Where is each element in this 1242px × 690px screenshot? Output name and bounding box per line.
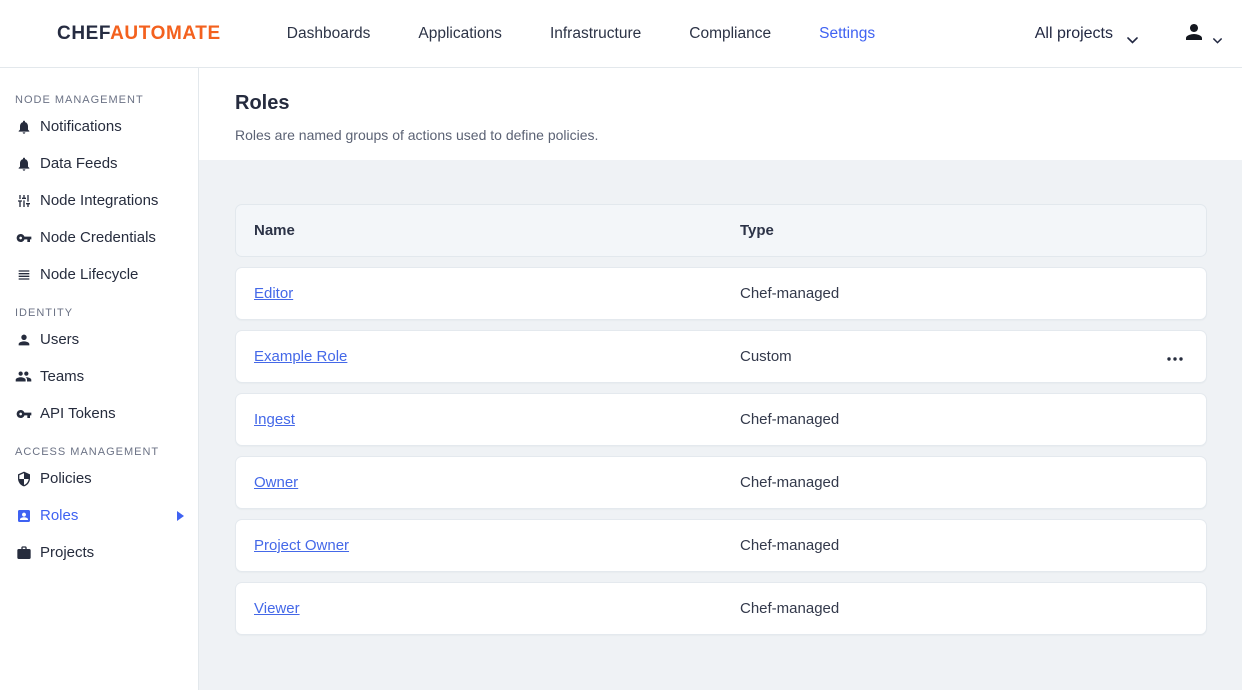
role-link-editor[interactable]: Editor [254,285,293,302]
sidebar-item-api-tokens[interactable]: API Tokens [0,395,198,432]
chevron-down-icon [1213,31,1224,38]
project-selector-label: All projects [1035,25,1113,43]
table-header-row: Name Type [235,204,1207,257]
project-selector-dropdown[interactable]: All projects [1035,25,1138,43]
group-icon [15,368,32,385]
sidebar-item-roles[interactable]: Roles [0,497,198,534]
bell-icon [15,118,32,135]
sidebar-item-projects[interactable]: Projects [0,534,198,571]
person-icon [15,331,32,348]
table-row: Owner Chef-managed [235,456,1207,509]
sidebar-item-label: Notifications [40,118,122,135]
sidebar-item-node-lifecycle[interactable]: Node Lifecycle [0,256,198,293]
role-type: Chef-managed [740,600,839,617]
nav-applications[interactable]: Applications [418,25,502,43]
sidebar-item-node-integrations[interactable]: Node Integrations [0,182,198,219]
main-nav: Dashboards Applications Infrastructure C… [287,25,875,43]
table-row: Project Owner Chef-managed [235,519,1207,572]
role-link-owner[interactable]: Owner [254,474,298,491]
role-type: Chef-managed [740,285,839,302]
sidebar-item-label: Node Credentials [40,229,156,246]
bell-icon [15,155,32,172]
chef-automate-logo[interactable]: CHEFAUTOMATE [57,23,221,45]
sidebar-section-identity: IDENTITY [15,307,198,319]
table-row: Editor Chef-managed [235,267,1207,320]
sidebar-item-label: Node Integrations [40,192,158,209]
role-type: Chef-managed [740,411,839,428]
topbar-right-controls: All projects [1035,0,1224,68]
role-link-ingest[interactable]: Ingest [254,411,295,428]
sidebar-section-node-management: NODE MANAGEMENT [15,94,198,106]
ellipsis-icon [1167,349,1183,364]
role-link-example-role[interactable]: Example Role [254,348,347,365]
sidebar-section-access-management: ACCESS MANAGEMENT [15,446,198,458]
sidebar-item-data-feeds[interactable]: Data Feeds [0,145,198,182]
sidebar-item-label: Node Lifecycle [40,266,138,283]
sidebar-item-label: Data Feeds [40,155,118,172]
sidebar-item-label: Projects [40,544,94,561]
sidebar-item-notifications[interactable]: Notifications [0,108,198,145]
content-panel: Name Type Editor Chef-managed Example Ro… [199,160,1242,690]
role-type: Custom [740,348,792,365]
nav-settings[interactable]: Settings [819,25,875,43]
column-header-type: Type [740,222,774,239]
logo-automate-text: AUTOMATE [110,23,221,44]
list-icon [15,266,32,283]
chevron-down-icon [1127,31,1138,38]
nav-compliance[interactable]: Compliance [689,25,771,43]
briefcase-icon [15,544,32,561]
sidebar-item-label: Policies [40,470,92,487]
sidebar-item-node-credentials[interactable]: Node Credentials [0,219,198,256]
role-type: Chef-managed [740,474,839,491]
column-header-name: Name [236,222,295,239]
sidebar-item-policies[interactable]: Policies [0,460,198,497]
role-type: Chef-managed [740,537,839,554]
nav-dashboards[interactable]: Dashboards [287,25,371,43]
key-icon [15,405,32,422]
sliders-icon [15,192,32,209]
logo-chef-text: CHEF [57,23,110,44]
sidebar-item-label: Users [40,331,79,348]
nav-infrastructure[interactable]: Infrastructure [550,25,641,43]
main-content: Roles Roles are named groups of actions … [199,68,1242,690]
top-navigation-bar: CHEFAUTOMATE Dashboards Applications Inf… [0,0,1242,68]
sidebar-item-label: Roles [40,507,78,524]
person-icon [1182,20,1206,49]
page-description: Roles are named groups of actions used t… [235,127,1242,143]
role-link-viewer[interactable]: Viewer [254,600,300,617]
active-item-arrow-icon [177,511,184,521]
shield-icon [15,470,32,487]
page-header: Roles Roles are named groups of actions … [199,68,1242,160]
page-title: Roles [235,92,1242,115]
more-options-button[interactable] [1161,343,1189,371]
badge-icon [15,507,32,524]
roles-table: Name Type Editor Chef-managed Example Ro… [235,204,1207,635]
table-row: Ingest Chef-managed [235,393,1207,446]
sidebar-item-label: API Tokens [40,405,116,422]
settings-sidebar: NODE MANAGEMENT Notifications Data Feeds… [0,68,199,690]
sidebar-item-teams[interactable]: Teams [0,358,198,395]
user-menu-dropdown[interactable] [1182,20,1224,49]
key-icon [15,229,32,246]
sidebar-item-label: Teams [40,368,84,385]
table-row: Viewer Chef-managed [235,582,1207,635]
sidebar-item-users[interactable]: Users [0,321,198,358]
role-link-project-owner[interactable]: Project Owner [254,537,349,554]
table-row: Example Role Custom [235,330,1207,383]
